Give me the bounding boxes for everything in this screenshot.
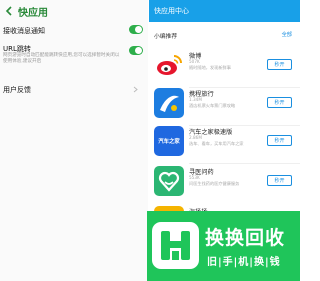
app-size: 1.34M (189, 97, 202, 102)
app-description: 选车、看车，买车用汽车之家 (189, 141, 244, 146)
toggle-knob (135, 47, 142, 54)
app-description: 问医生找药的医疗健康服务 (189, 181, 240, 186)
watermark-subtitle: 旧|手|机|换|钱 (207, 257, 281, 268)
app-item-ctrip[interactable]: 携程旅行 1.34M 酒店机票火车票门票攻略 秒开 (149, 88, 300, 130)
watermark-title: 换换回收 (205, 227, 286, 249)
app-item-xywy[interactable]: 寻医问药 553K 问医生找药的医疗健康服务 秒开 (149, 166, 300, 208)
weibo-icon (154, 50, 184, 80)
app-item-autohome[interactable]: 汽车之家 汽车之家极速版 2.86M 选车、看车，买车用汽车之家 秒开 (149, 126, 300, 168)
page-title: 快应用中心 (154, 7, 189, 15)
autohome-icon: 汽车之家 (154, 126, 184, 156)
chevron-left-icon[interactable] (3, 5, 15, 17)
divider (189, 163, 300, 164)
setting-description: 网页游览时自动匹配能跳转快应用,您可以选择暂时关闭以使用体验,建议开启 (3, 53, 120, 65)
app-description: 酒店机票火车票门票攻略 (189, 103, 236, 108)
left-header: 快应用 (0, 0, 148, 22)
feedback-row[interactable]: 用户反馈 (0, 82, 148, 96)
view-all-link[interactable]: 全部 (282, 31, 292, 38)
open-button[interactable]: 秒开 (267, 135, 292, 146)
autohome-icon-text: 汽车之家 (158, 139, 180, 145)
section-title: 小编推荐 (154, 34, 178, 40)
ctrip-icon (154, 88, 184, 118)
recommend-header: 小编推荐 全部 (149, 22, 300, 40)
watermark-banner: 换换回收 旧|手|机|换|钱 (147, 211, 300, 281)
right-header: 快应用中心 (149, 0, 300, 22)
app-size: 507K (189, 59, 200, 64)
page-title: 快应用 (18, 7, 48, 19)
setting-row-notifications: 接收消息通知 (0, 24, 148, 36)
open-button[interactable]: 秒开 (267, 59, 292, 70)
chevron-right-icon (133, 86, 138, 95)
setting-row-url-redirect: URL跳转 网页游览时自动匹配能跳转快应用,您可以选择暂时关闭以使用体验,建议开… (0, 44, 148, 74)
xywy-icon (154, 166, 184, 196)
url-redirect-toggle[interactable] (129, 46, 143, 55)
open-button[interactable]: 秒开 (267, 175, 292, 186)
setting-label: 接收消息通知 (3, 27, 45, 35)
app-size: 2.86M (189, 135, 202, 140)
toggle-knob (135, 26, 142, 33)
notifications-toggle[interactable] (129, 25, 143, 34)
feedback-label: 用户反馈 (3, 86, 31, 94)
huanhuan-logo (152, 222, 199, 269)
left-panel: 快应用 接收消息通知 URL跳转 网页游览时自动匹配能跳转快应用,您可以选择暂时… (0, 0, 148, 281)
app-size: 553K (189, 175, 200, 180)
app-item-weibo[interactable]: 微博 507K 随时随地，发现新鲜事 秒开 (149, 50, 300, 92)
open-button[interactable]: 秒开 (267, 97, 292, 108)
app-description: 随时随地，发现新鲜事 (189, 65, 231, 70)
